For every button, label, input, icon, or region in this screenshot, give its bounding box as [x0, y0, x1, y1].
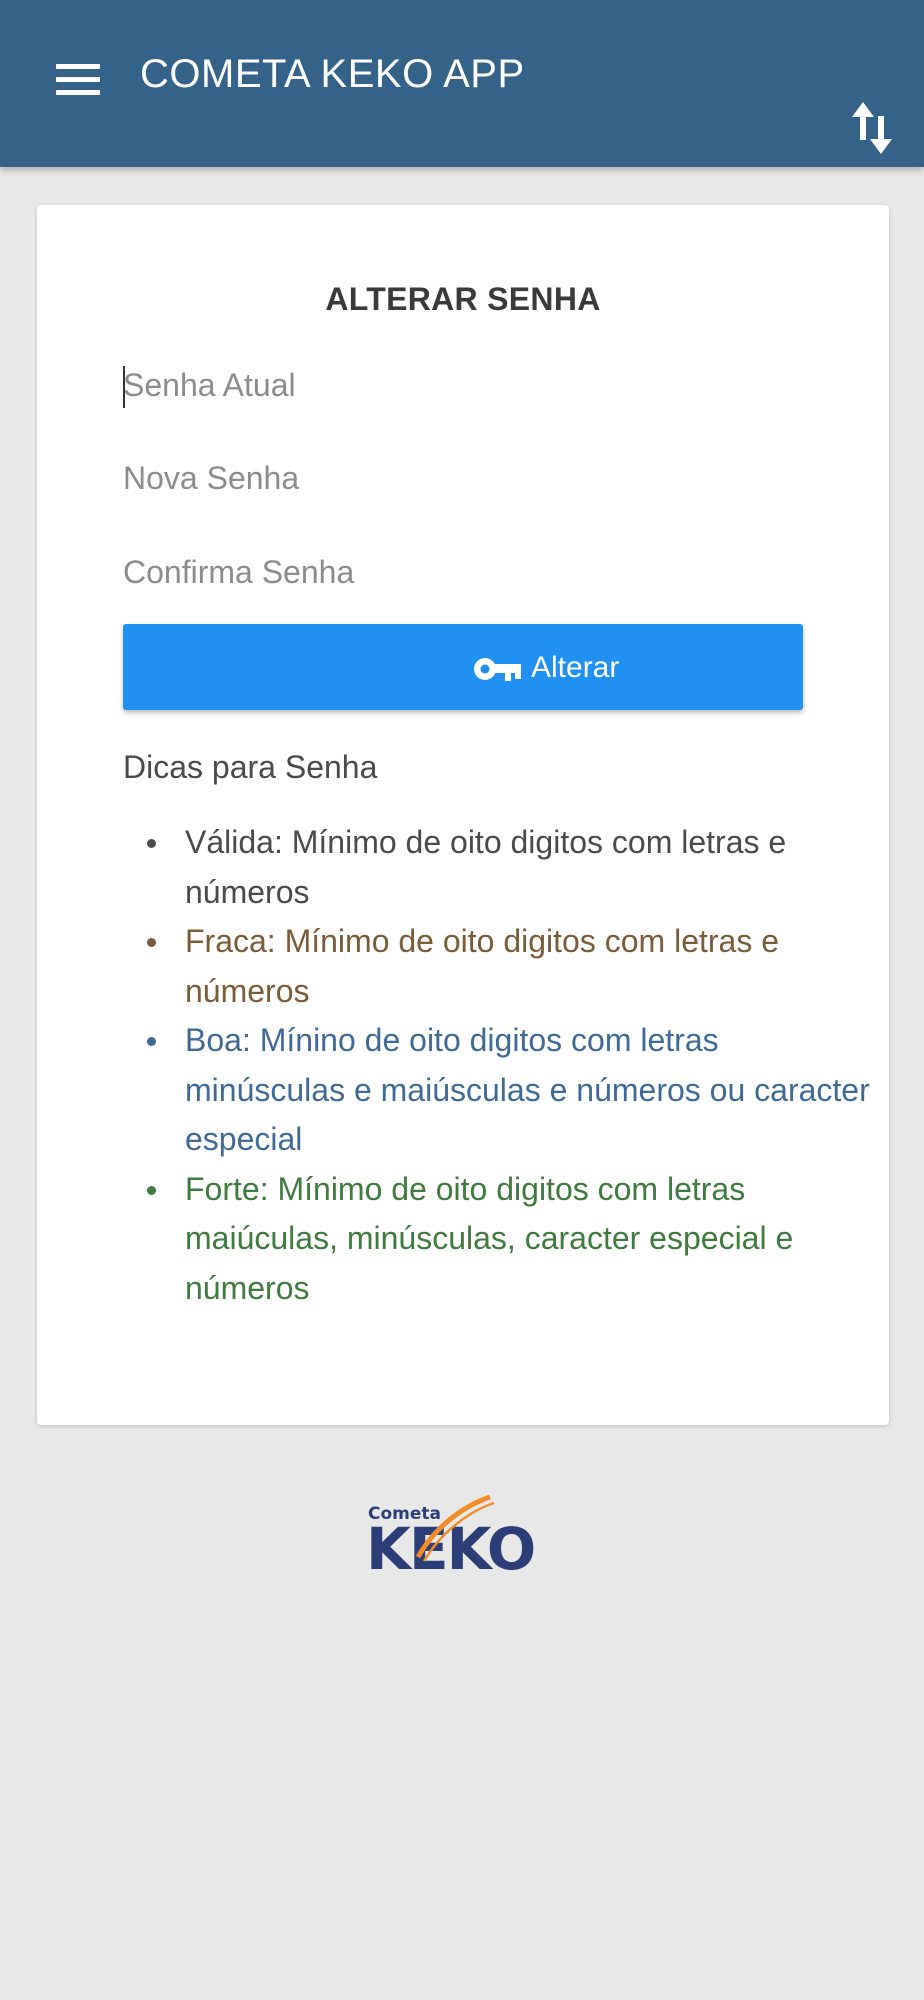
bullet-icon	[147, 938, 156, 947]
tip-valid-text: Válida: Mínimo de oito digitos com letra…	[185, 824, 787, 910]
menu-button[interactable]	[52, 62, 104, 98]
cometa-keko-logo: Cometa KEKO	[366, 1495, 536, 1577]
tip-good-text: Boa: Mínino de oito digitos com letras m…	[185, 1022, 870, 1157]
change-password-card: ALTERAR SENHA Alterar Dicas para Senha V…	[37, 205, 889, 1425]
tips-list: Válida: Mínimo de oito digitos com letra…	[123, 818, 883, 1313]
tip-weak-text: Fraca: Mínimo de oito digitos com letras…	[185, 923, 780, 1009]
tip-strong: Forte: Mínimo de oito digitos com letras…	[123, 1165, 883, 1314]
alter-button-label: Alterar	[531, 651, 620, 684]
form-title: ALTERAR SENHA	[325, 281, 601, 317]
app-title: COMETA KEKO APP	[140, 52, 525, 96]
new-password-input[interactable]	[123, 448, 803, 508]
tip-strong-text: Forte: Mínimo de oito digitos com letras…	[185, 1170, 794, 1306]
hamburger-menu-icon-bar	[56, 90, 100, 95]
alter-password-button[interactable]: Alterar	[123, 624, 803, 710]
swap-button[interactable]	[848, 100, 898, 156]
confirm-password-input[interactable]	[123, 542, 803, 602]
bullet-icon	[147, 839, 156, 848]
tip-weak: Fraca: Mínimo de oito digitos com letras…	[123, 917, 883, 1016]
app-bar: COMETA KEKO APP	[0, 0, 924, 167]
tip-good: Boa: Mínino de oito digitos com letras m…	[123, 1016, 883, 1165]
tip-valid: Válida: Mínimo de oito digitos com letra…	[123, 818, 883, 917]
logo-main-text: KEKO	[366, 1515, 534, 1577]
key-icon	[474, 658, 521, 681]
hamburger-menu-icon-bar	[56, 77, 100, 82]
tips-title: Dicas para Senha	[123, 749, 378, 785]
current-password-input[interactable]	[123, 355, 803, 415]
hamburger-menu-icon	[56, 64, 100, 69]
text-cursor	[123, 366, 125, 408]
swap-vertical-icon	[852, 102, 892, 154]
bullet-icon	[147, 1185, 156, 1195]
bullet-icon	[147, 1037, 156, 1046]
